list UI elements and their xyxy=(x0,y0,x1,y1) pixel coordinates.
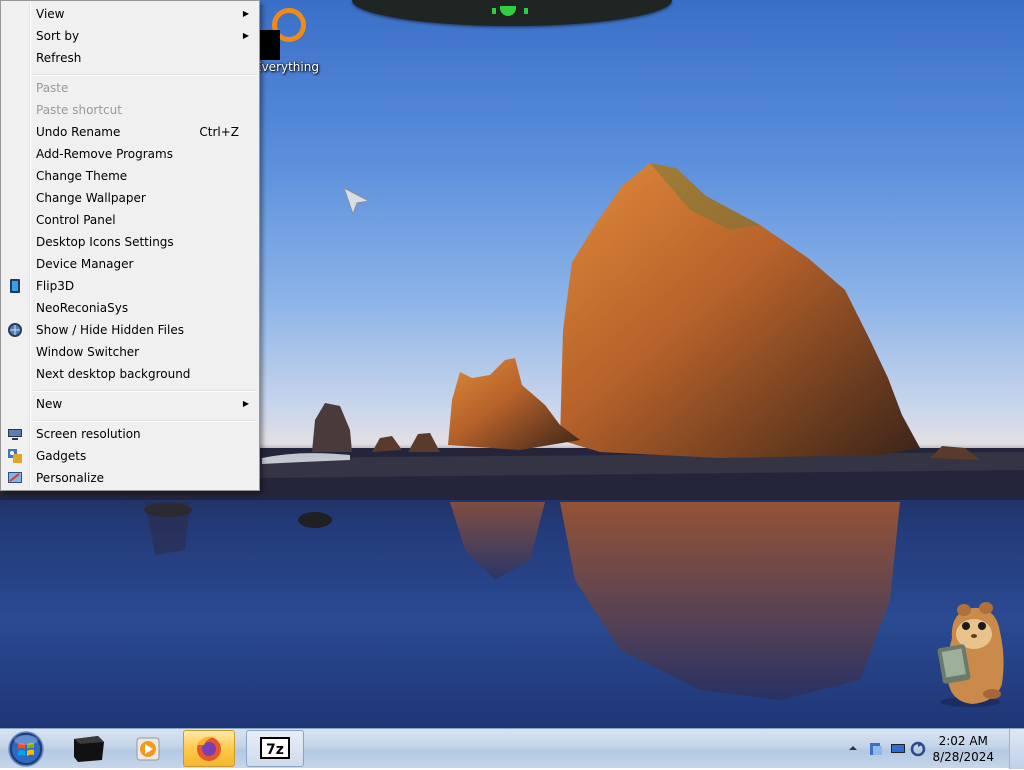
menu-item-label: Window Switcher xyxy=(36,345,140,359)
dock-handle-icon xyxy=(500,6,516,16)
menu-item-label: Change Theme xyxy=(36,169,128,183)
menu-item-new[interactable]: New ▶ xyxy=(3,393,257,415)
menu-item-device-manager[interactable]: Device Manager xyxy=(3,253,257,275)
gadgets-icon xyxy=(8,449,22,463)
taskbar-button-7zip[interactable]: 7z xyxy=(246,730,304,767)
network-icon[interactable] xyxy=(868,741,884,757)
menu-item-change-wallpaper[interactable]: Change Wallpaper xyxy=(3,187,257,209)
menu-item-label: Paste shortcut xyxy=(36,103,122,117)
menu-item-flip3d[interactable]: Flip3D xyxy=(3,275,257,297)
terminal-icon xyxy=(74,736,104,762)
menu-item-screen-resolution[interactable]: Screen resolution xyxy=(3,423,257,445)
menu-item-label: Add-Remove Programs xyxy=(36,147,173,161)
menu-item-desktop-icons-settings[interactable]: Desktop Icons Settings xyxy=(3,231,257,253)
menu-item-label: Device Manager xyxy=(36,257,134,271)
taskbar-button-terminal[interactable] xyxy=(60,730,116,767)
personalize-icon xyxy=(8,472,22,483)
taskbar: 7z 2:02 AM 8/28/2024 xyxy=(0,728,1024,769)
menu-item-undo-rename[interactable]: Undo Rename Ctrl+Z xyxy=(3,121,257,143)
clock-time: 2:02 AM xyxy=(938,734,988,748)
menu-item-label: Undo Rename xyxy=(36,125,121,139)
menu-item-shortcut: Ctrl+Z xyxy=(199,125,239,139)
desktop-context-menu: View ▶ Sort by ▶ Refresh Paste Paste sho… xyxy=(0,0,260,491)
menu-item-label: New xyxy=(36,397,63,411)
system-tray: 2:02 AM 8/28/2024 xyxy=(834,729,1024,769)
globe-icon xyxy=(8,323,22,337)
menu-item-refresh[interactable]: Refresh xyxy=(3,47,257,69)
hamster-gadget-icon[interactable] xyxy=(922,598,1012,710)
menu-item-label: Gadgets xyxy=(36,449,87,463)
menu-item-label: Flip3D xyxy=(36,279,75,293)
menu-item-label: Refresh xyxy=(36,51,82,65)
menu-item-label: Desktop Icons Settings xyxy=(36,235,174,249)
start-orb-icon[interactable] xyxy=(6,730,46,768)
menu-item-label: Show / Hide Hidden Files xyxy=(36,323,184,337)
taskbar-button-firefox[interactable] xyxy=(183,730,235,767)
menu-item-control-panel[interactable]: Control Panel xyxy=(3,209,257,231)
menu-item-label: View xyxy=(36,7,65,21)
menu-item-paste-shortcut[interactable]: Paste shortcut xyxy=(3,99,257,121)
show-desktop-button[interactable] xyxy=(1009,729,1024,769)
menu-item-label: Sort by xyxy=(36,29,80,43)
menu-separator xyxy=(33,420,257,422)
menu-item-show-hide-hidden-files[interactable]: Show / Hide Hidden Files xyxy=(3,319,257,341)
submenu-arrow-icon: ▶ xyxy=(242,9,249,18)
menu-item-label: NeoReconiaSys xyxy=(36,301,129,315)
menu-item-sort-by[interactable]: Sort by ▶ xyxy=(3,25,257,47)
menu-item-neoreconiasys[interactable]: NeoReconiaSys xyxy=(3,297,257,319)
menu-item-personalize[interactable]: Personalize xyxy=(3,467,257,489)
dock-indicator xyxy=(492,8,496,14)
menu-item-window-switcher[interactable]: Window Switcher xyxy=(3,341,257,363)
flip3d-icon xyxy=(10,279,20,293)
sync-icon[interactable] xyxy=(910,741,926,757)
menu-separator xyxy=(33,74,257,76)
desktop-icon-everything[interactable]: Everything xyxy=(254,6,319,76)
menu-item-gadgets[interactable]: Gadgets xyxy=(3,445,257,467)
taskbar-clock[interactable]: 2:02 AM 8/28/2024 xyxy=(932,733,994,765)
show-hidden-icons-arrow-icon[interactable] xyxy=(848,743,858,753)
menu-item-add-remove-programs[interactable]: Add-Remove Programs xyxy=(3,143,257,165)
submenu-arrow-icon: ▶ xyxy=(242,31,249,40)
menu-item-label: Control Panel xyxy=(36,213,116,227)
menu-item-label: Paste xyxy=(36,81,69,95)
clock-date: 8/28/2024 xyxy=(932,750,994,764)
monitor-icon[interactable] xyxy=(890,741,906,757)
menu-item-next-desktop-background[interactable]: Next desktop background xyxy=(3,363,257,385)
firefox-icon xyxy=(197,736,221,761)
submenu-arrow-icon: ▶ xyxy=(242,399,249,408)
display-icon xyxy=(8,429,22,440)
menu-item-label: Screen resolution xyxy=(36,427,141,441)
menu-item-view[interactable]: View ▶ xyxy=(3,3,257,25)
menu-item-paste[interactable]: Paste xyxy=(3,77,257,99)
desktop-icon-label: Everything xyxy=(254,60,319,74)
menu-item-change-theme[interactable]: Change Theme xyxy=(3,165,257,187)
menu-item-label: Personalize xyxy=(36,471,105,485)
media-player-icon xyxy=(136,737,160,761)
dock-indicator xyxy=(524,8,528,14)
icon-shadow xyxy=(258,30,280,60)
menu-item-label: Change Wallpaper xyxy=(36,191,146,205)
mouse-pointer-icon xyxy=(343,187,371,215)
taskbar-button-media-player[interactable] xyxy=(120,730,176,767)
svg-text:7z: 7z xyxy=(266,742,284,758)
7zip-icon: 7z xyxy=(260,737,290,759)
menu-item-label: Next desktop background xyxy=(36,367,191,381)
menu-separator xyxy=(33,390,257,392)
